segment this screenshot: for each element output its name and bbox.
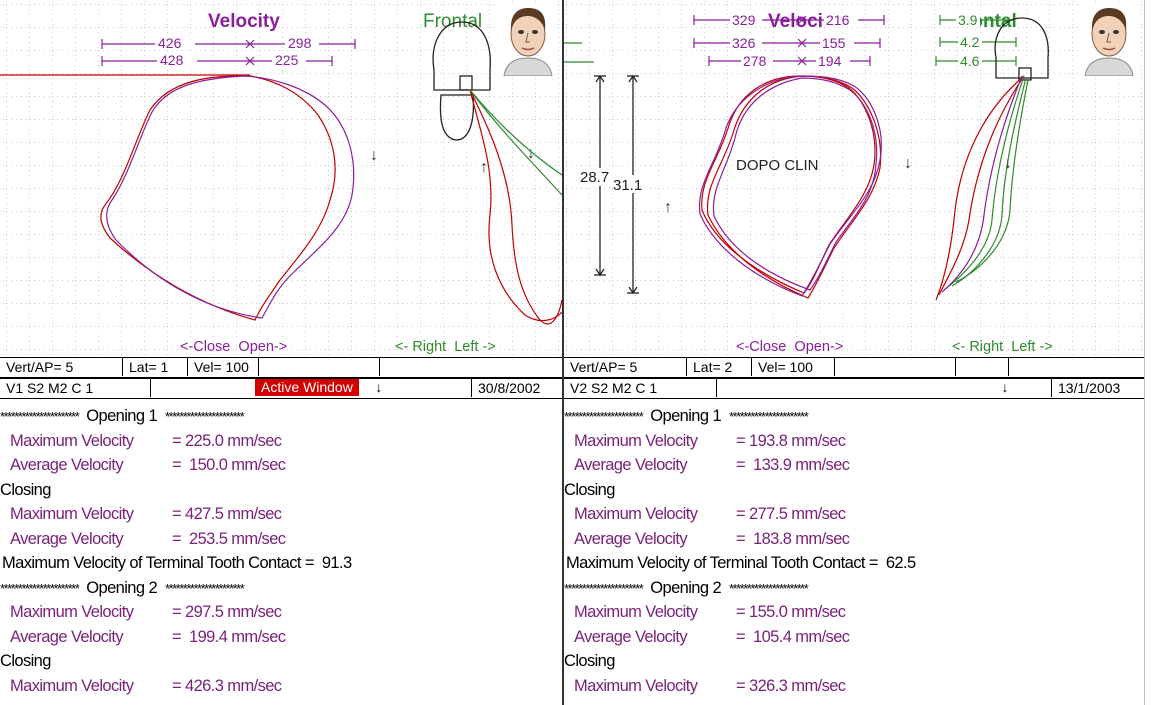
- right-axis-sagittal: <-Close Open->: [736, 339, 843, 355]
- vert-ap-setting: Vert/AP= 5: [564, 358, 687, 376]
- empty-cell: [380, 358, 562, 376]
- report-row: Maximum Velocity = 426.3 mm/sec: [10, 676, 282, 695]
- right-scale-value: 155: [822, 35, 846, 51]
- right-velocity-report: ********************** Opening 1 *******…: [564, 404, 1144, 698]
- section-header: ********************** Opening 2 *******…: [0, 578, 245, 597]
- dimension-value: 31.1: [613, 177, 642, 194]
- vel-setting: Vel= 100: [188, 358, 259, 376]
- right-scale-value: 326: [732, 35, 756, 51]
- left-title-frontal: Frontal: [423, 11, 482, 32]
- right-frontal-scale-value: 4.2: [960, 34, 980, 50]
- left-scale-value: 428: [160, 52, 184, 68]
- empty-cell: [956, 358, 1009, 376]
- report-row: Average Velocity = 150.0 mm/sec: [10, 456, 286, 474]
- left-status-session: V1 S2 M2 C 1 Active Window ↓ 30/8/2002: [0, 378, 562, 399]
- report-row: Average Velocity = 253.5 mm/sec: [10, 529, 286, 548]
- left-scale-value: 426: [158, 35, 182, 51]
- report-row: Average Velocity = 133.9 mm/sec: [574, 456, 850, 474]
- active-window-badge[interactable]: Active Window: [255, 379, 359, 396]
- arrow-down-icon: ↓: [370, 147, 378, 164]
- section-closing: Closing: [564, 652, 615, 670]
- left-scale-value: 225: [275, 52, 299, 68]
- report-row: Average Velocity = 199.4 mm/sec: [10, 627, 286, 646]
- right-frontal-scale-value: 3.9: [958, 12, 978, 28]
- report-row: Maximum Velocity = 193.8 mm/sec: [574, 431, 846, 450]
- left-scale-value: 298: [288, 35, 312, 51]
- arrow-up-icon: ↑: [664, 199, 672, 216]
- arrow-down-icon: ↓: [904, 155, 912, 172]
- report-row: Average Velocity = 183.8 mm/sec: [574, 529, 850, 548]
- right-status-settings: Vert/AP= 5 Lat= 2 Vel= 100: [564, 357, 1144, 378]
- session-date: 30/8/2002: [471, 379, 562, 397]
- section-closing: Closing: [564, 480, 615, 499]
- empty-cell: [1009, 358, 1144, 376]
- left-plot-area: Velocity Frontal 426 298 428 225 ↓ ↓ ↑ <…: [0, 0, 562, 355]
- right-grid: [564, 0, 1144, 355]
- report-row: Maximum Velocity = 277.5 mm/sec: [574, 505, 846, 523]
- lat-setting: Lat= 2: [687, 358, 752, 376]
- empty-cell: [259, 358, 380, 376]
- left-axis-frontal: <- Right Left ->: [395, 339, 496, 355]
- arrow-down-icon: ↓: [527, 145, 535, 162]
- trace-annotation: DOPO CLIN: [736, 157, 819, 174]
- report-row: Maximum Velocity = 326.3 mm/sec: [574, 676, 846, 695]
- session-date: 13/1/2003: [1051, 379, 1144, 397]
- section-closing: Closing: [0, 652, 51, 670]
- report-row: Average Velocity = 105.4 mm/sec: [574, 627, 850, 646]
- right-window[interactable]: Veloci rontal 329 216 326 155 278 194 3.…: [564, 0, 1144, 705]
- arrow-up-icon: ↑: [480, 159, 488, 176]
- right-status-session: V2 S2 M2 C 1 ↓ 13/1/2003: [564, 378, 1144, 399]
- lat-setting: Lat= 1: [123, 358, 188, 376]
- right-scale-value: 278: [743, 53, 767, 69]
- report-row: Maximum Velocity = 155.0 mm/sec: [574, 603, 846, 621]
- left-window[interactable]: Velocity Frontal 426 298 428 225 ↓ ↓ ↑ <…: [0, 0, 562, 705]
- right-scale-value: 194: [818, 53, 842, 69]
- report-row: Maximum Velocity = 427.5 mm/sec: [10, 505, 282, 523]
- dimension-value: 28.7: [580, 169, 609, 186]
- left-axis-sagittal: <-Close Open->: [180, 339, 287, 355]
- right-scale-value: 216: [826, 12, 850, 28]
- arrow-down-icon: ↓: [1004, 155, 1012, 172]
- empty-cell: [835, 358, 956, 376]
- right-frontal-scale-value: 4.6: [960, 53, 980, 69]
- window-edge: [1144, 0, 1145, 705]
- vert-ap-setting: Vert/AP= 5: [0, 358, 123, 376]
- left-velocity-report: ********************** Opening 1 *******…: [0, 404, 562, 698]
- face-icon: [1079, 2, 1139, 76]
- terminal-contact-line: Maximum Velocity of Terminal Tooth Conta…: [566, 554, 916, 572]
- left-status-settings: Vert/AP= 5 Lat= 1 Vel= 100: [0, 357, 562, 378]
- face-icon: [498, 2, 558, 76]
- section-header: ********************** Opening 1 *******…: [564, 407, 809, 425]
- arrow-down-icon[interactable]: ↓: [985, 379, 1025, 398]
- terminal-contact-line: Maximum Velocity of Terminal Tooth Conta…: [2, 554, 352, 572]
- report-row: Maximum Velocity = 225.0 mm/sec: [10, 431, 282, 450]
- right-title-velocity: Veloci: [768, 11, 823, 32]
- section-header: ********************** Opening 2 *******…: [564, 578, 809, 597]
- right-plot-area: Veloci rontal 329 216 326 155 278 194 3.…: [564, 0, 1144, 355]
- right-scale-value: 329: [732, 12, 756, 28]
- left-title-velocity: Velocity: [208, 11, 280, 32]
- arrow-down-icon[interactable]: ↓: [359, 379, 399, 398]
- section-closing: Closing: [0, 480, 51, 499]
- session-label: V2 S2 M2 C 1: [564, 379, 717, 397]
- section-header: ********************** Opening 1 *******…: [0, 407, 245, 425]
- vel-setting: Vel= 100: [752, 358, 835, 376]
- session-label: V1 S2 M2 C 1: [0, 379, 151, 397]
- right-axis-frontal: <- Right Left ->: [952, 339, 1053, 355]
- report-row: Maximum Velocity = 297.5 mm/sec: [10, 603, 282, 621]
